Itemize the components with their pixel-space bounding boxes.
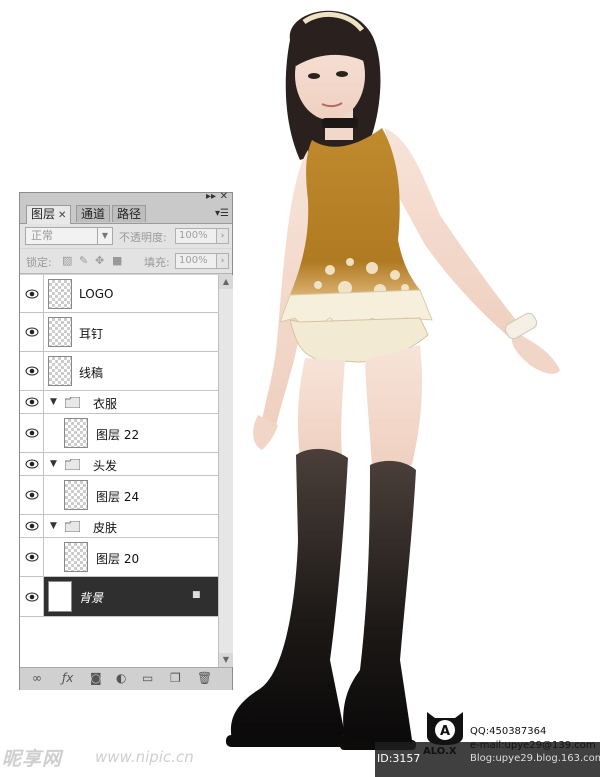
opacity-input[interactable]: 100% — [175, 228, 217, 244]
trash-icon[interactable]: 🗑 — [197, 671, 212, 685]
layer-list: LOGO 耳钉 线稿 ▼ 衣服 图层 22 ▼ 头发 图层 24 ▼ 皮肤 图层… — [20, 275, 218, 667]
add-mask-icon[interactable]: ◙ — [90, 671, 102, 685]
lock-transparency-icon[interactable]: ▨ — [62, 254, 72, 267]
layer-row-20[interactable]: 图层 20 — [20, 538, 218, 577]
layer-thumbnail — [48, 356, 72, 386]
contact-qq: QQ:450387364 — [470, 726, 547, 737]
fill-label: 填充: — [144, 256, 170, 269]
link-layers-icon[interactable]: ∞ — [32, 671, 42, 685]
group-row-skin[interactable]: ▼ 皮肤 — [20, 515, 218, 538]
visibility-eye-icon[interactable] — [20, 476, 44, 514]
layer-thumbnail — [48, 279, 72, 309]
layer-name: 图层 20 — [96, 552, 140, 566]
layer-thumbnail — [64, 542, 88, 572]
watermark-url: www.nipic.cn — [95, 748, 194, 766]
tab-paths[interactable]: 路径 — [112, 205, 147, 222]
folder-icon — [65, 397, 80, 408]
group-name: 衣服 — [93, 397, 118, 411]
layer-row-background[interactable]: 背景 ■ — [20, 577, 218, 617]
opacity-arrow-icon[interactable]: › — [216, 228, 229, 244]
layer-row-lineart[interactable]: 线稿 — [20, 352, 218, 391]
scroll-down-icon[interactable]: ▼ — [219, 653, 233, 667]
layer-row-earring[interactable]: 耳钉 — [20, 313, 218, 352]
visibility-eye-icon[interactable] — [20, 577, 44, 616]
layer-name: 图层 22 — [96, 428, 140, 442]
layer-name: 图层 24 — [96, 490, 140, 504]
layer-name: 耳钉 — [79, 327, 104, 341]
watermark-brand: 昵享网 — [2, 748, 63, 770]
contact-email: e-mail:upye29@139.com — [470, 740, 596, 751]
layer-name: 线稿 — [79, 366, 104, 380]
image-id: ID:3157 — [377, 752, 421, 765]
layer-scrollbar[interactable]: ▲ ▼ — [218, 275, 233, 667]
folder-icon — [65, 459, 80, 470]
logo-name: ALO.X — [423, 746, 457, 757]
collapse-icon[interactable]: ▸▸ — [206, 191, 216, 203]
layer-row-24[interactable]: 图层 24 — [20, 476, 218, 515]
lock-icon: ■ — [192, 590, 201, 600]
chevron-down-icon: ▼ — [97, 228, 112, 244]
blend-row: 正常 ▼ 不透明度: 100% › — [20, 224, 232, 248]
expand-arrow-icon[interactable]: ▼ — [50, 459, 57, 469]
expand-arrow-icon[interactable]: ▼ — [50, 521, 57, 531]
folder-icon — [65, 521, 80, 532]
adjustment-layer-icon[interactable]: ◐ — [116, 671, 126, 685]
layer-name: LOGO — [79, 287, 114, 301]
layer-thumbnail — [64, 418, 88, 448]
tab-layers[interactable]: 图层 ✕ — [26, 205, 72, 224]
panel-footer: ∞ ƒx ◙ ◐ ▭ ❐ 🗑 — [20, 667, 232, 690]
blend-mode-value: 正常 — [31, 229, 53, 242]
group-name: 皮肤 — [93, 521, 118, 535]
logo-mark: A — [440, 724, 450, 739]
visibility-eye-icon[interactable] — [20, 414, 44, 452]
visibility-eye-icon[interactable] — [20, 453, 44, 475]
panel-tabs: 图层 ✕ 通道 路径 ▾☰ — [20, 203, 232, 224]
lock-pixels-icon[interactable]: ✎ — [79, 254, 88, 267]
lock-all-icon[interactable]: ■ — [112, 254, 122, 267]
panel-titlebar: ▸▸ ✕ — [20, 191, 232, 203]
new-layer-icon[interactable]: ❐ — [170, 671, 181, 685]
fx-icon[interactable]: ƒx — [62, 671, 73, 685]
lock-label: 锁定: — [26, 256, 52, 269]
expand-arrow-icon[interactable]: ▼ — [50, 397, 57, 407]
fill-input[interactable]: 100% — [175, 253, 217, 269]
visibility-eye-icon[interactable] — [20, 352, 44, 390]
visibility-eye-icon[interactable] — [20, 515, 44, 537]
tab-channels[interactable]: 通道 — [76, 205, 111, 222]
close-tab-icon[interactable]: ✕ — [58, 210, 66, 221]
contact-blog: Blog:upye29.blog.163.com — [470, 753, 600, 764]
alox-logo-icon: A — [427, 712, 463, 745]
visibility-eye-icon[interactable] — [20, 313, 44, 351]
visibility-eye-icon[interactable] — [20, 538, 44, 576]
layer-name: 背景 — [79, 591, 104, 605]
layer-row-logo[interactable]: LOGO — [20, 275, 218, 313]
opacity-label: 不透明度: — [119, 231, 167, 244]
panel-menu-icon[interactable]: ▾☰ — [215, 208, 229, 219]
layer-thumbnail — [48, 317, 72, 347]
blend-mode-select[interactable]: 正常 ▼ — [25, 227, 113, 245]
layer-row-22[interactable]: 图层 22 — [20, 414, 218, 453]
scroll-up-icon[interactable]: ▲ — [219, 275, 233, 289]
layer-thumbnail — [48, 581, 72, 612]
fill-arrow-icon[interactable]: › — [216, 253, 229, 269]
lock-position-icon[interactable]: ✥ — [95, 254, 104, 267]
group-row-clothes[interactable]: ▼ 衣服 — [20, 391, 218, 414]
group-row-hair[interactable]: ▼ 头发 — [20, 453, 218, 476]
layer-thumbnail — [64, 480, 88, 510]
close-panel-icon[interactable]: ✕ — [220, 191, 228, 203]
visibility-eye-icon[interactable] — [20, 275, 44, 312]
layers-panel: ▸▸ ✕ 图层 ✕ 通道 路径 ▾☰ 正常 ▼ 不透明度: 100% › 锁定: … — [19, 191, 233, 690]
lock-row: 锁定: ▨ ✎ ✥ ■ 填充: 100% › — [20, 249, 232, 274]
visibility-eye-icon[interactable] — [20, 391, 44, 413]
group-name: 头发 — [93, 459, 118, 473]
new-group-icon[interactable]: ▭ — [142, 671, 153, 685]
